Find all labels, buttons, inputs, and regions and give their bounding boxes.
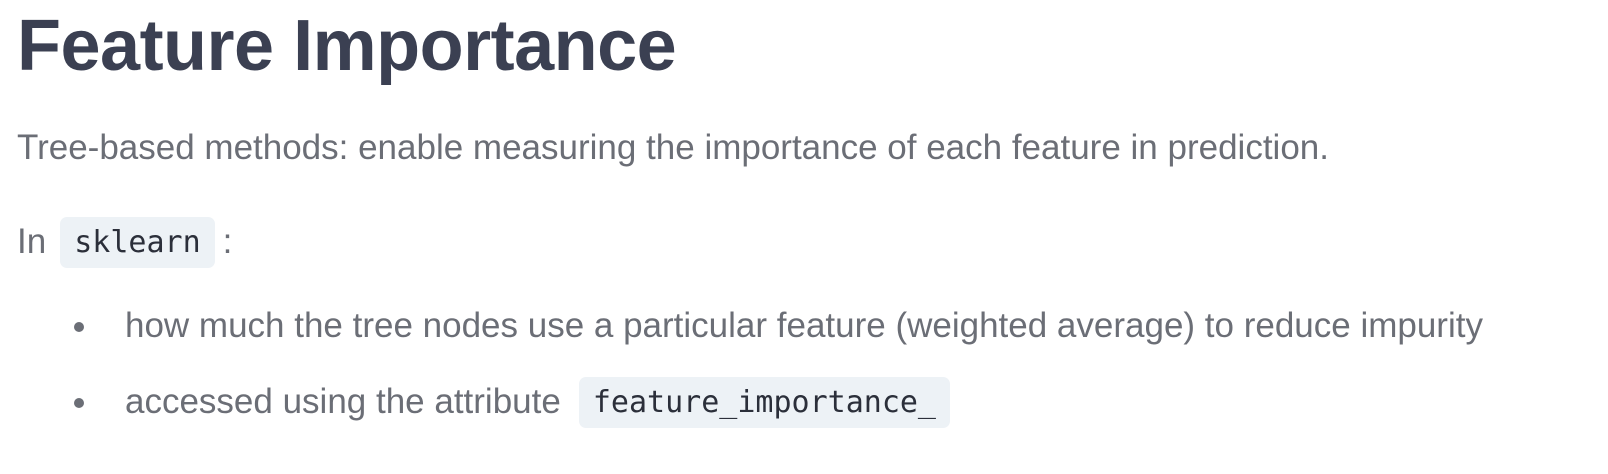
lead-paragraph: Tree-based methods: enable measuring the…	[17, 128, 1329, 167]
intro-suffix: :	[222, 222, 233, 261]
bullet-list: how much the tree nodes use a particular…	[17, 302, 1483, 454]
intro-prefix: In	[17, 222, 47, 261]
list-item: how much the tree nodes use a particular…	[17, 302, 1483, 378]
page-title: Feature Importance	[17, 6, 677, 86]
bullet-dot-icon	[74, 398, 84, 408]
intro-paragraph: In sklearn:	[17, 217, 233, 268]
inline-code-sklearn: sklearn	[60, 217, 215, 268]
list-item-text: how much the tree nodes use a particular…	[125, 306, 1483, 345]
bullet-dot-icon	[74, 322, 84, 332]
list-item-text: accessed using the attribute	[125, 382, 561, 421]
list-item: accessed using the attribute feature_impo…	[17, 377, 1483, 454]
inline-code-attribute: feature_importance_	[578, 377, 950, 428]
